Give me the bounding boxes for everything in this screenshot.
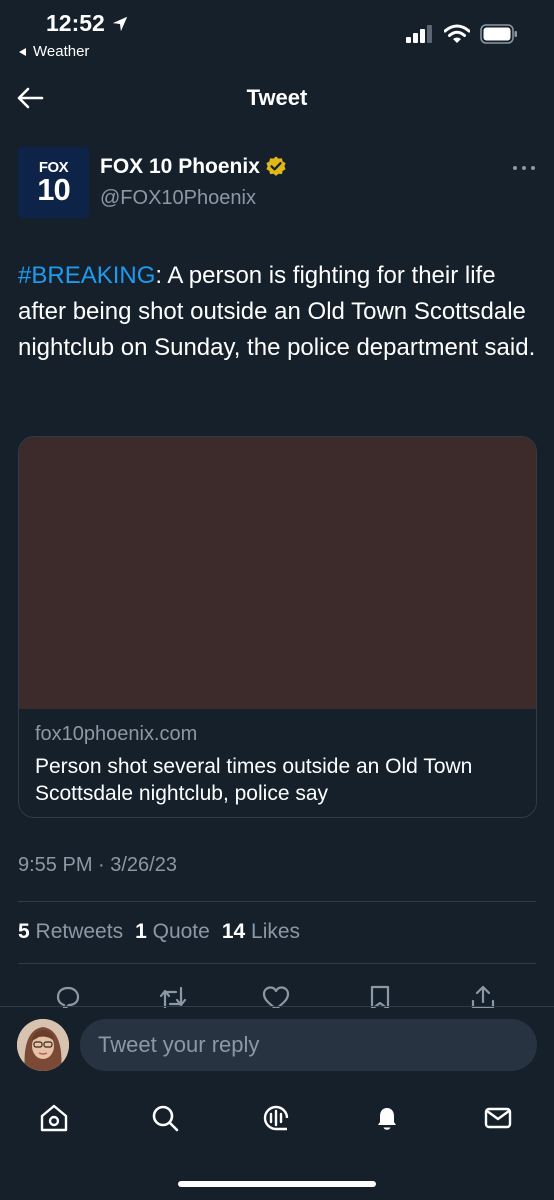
status-time-text: 12:52 bbox=[46, 10, 105, 36]
battery-icon bbox=[480, 24, 517, 44]
retweets-label: Retweets bbox=[35, 920, 124, 943]
navigation-header: Tweet bbox=[0, 76, 554, 122]
tweet-author: FOX 10 FOX 10 Phoenix @FOX10Phoenix bbox=[18, 147, 538, 219]
wifi-icon bbox=[444, 24, 470, 43]
reply-button[interactable] bbox=[53, 984, 83, 1008]
reply-bar-separator bbox=[0, 1006, 554, 1007]
search-icon bbox=[152, 1105, 179, 1132]
divider bbox=[18, 901, 536, 902]
home-indicator bbox=[178, 1181, 376, 1187]
retweet-button[interactable] bbox=[158, 984, 188, 1008]
bookmark-button[interactable] bbox=[365, 984, 395, 1008]
share-button[interactable] bbox=[468, 984, 498, 1008]
tweet-actions bbox=[0, 980, 554, 1008]
card-title: Person shot several times outside an Old… bbox=[35, 755, 473, 805]
status-time: 12:52 bbox=[46, 10, 129, 37]
hashtag-link[interactable]: #BREAKING bbox=[18, 262, 155, 289]
reply-icon bbox=[56, 986, 80, 1008]
bottom-tab-bar bbox=[0, 1090, 554, 1145]
link-preview-card[interactable]: fox10phoenix.com Person shot several tim… bbox=[18, 436, 537, 818]
bookmark-icon bbox=[370, 985, 390, 1008]
more-options-button[interactable] bbox=[512, 159, 536, 177]
likes-label: Likes bbox=[251, 920, 301, 943]
author-handle[interactable]: @FOX10Phoenix bbox=[100, 187, 256, 210]
tweet-stats: 5 Retweets 1 Quote 14 Likes bbox=[18, 920, 300, 944]
quotes-count: 1 bbox=[135, 920, 147, 943]
retweet-icon bbox=[159, 986, 187, 1008]
quotes-stat[interactable]: 1 Quote bbox=[135, 920, 210, 944]
quotes-label: Quote bbox=[152, 920, 210, 943]
status-indicators bbox=[406, 24, 518, 44]
home-icon bbox=[40, 1104, 68, 1132]
tab-search[interactable] bbox=[147, 1100, 183, 1136]
back-app-label: Weather bbox=[33, 43, 90, 60]
card-domain: fox10phoenix.com bbox=[35, 723, 198, 745]
author-avatar[interactable]: FOX 10 bbox=[18, 147, 89, 218]
back-to-app-link[interactable]: Weather bbox=[18, 43, 89, 60]
author-name[interactable]: FOX 10 Phoenix bbox=[100, 155, 260, 179]
tweet-detail-screen: 12:52 Weather Tweet FOX 10 FOX 10 Phoeni… bbox=[0, 0, 554, 1200]
author-name-row[interactable]: FOX 10 Phoenix bbox=[100, 155, 288, 179]
reply-input[interactable] bbox=[80, 1019, 537, 1071]
divider bbox=[18, 963, 536, 964]
retweets-count: 5 bbox=[18, 920, 30, 943]
page-title: Tweet bbox=[246, 85, 308, 110]
card-image bbox=[19, 437, 536, 709]
likes-count: 14 bbox=[221, 920, 246, 943]
logo-text-bottom: 10 bbox=[37, 171, 70, 207]
like-icon bbox=[262, 986, 290, 1008]
more-horizontal-icon bbox=[513, 166, 535, 170]
verified-badge-icon bbox=[266, 156, 286, 176]
user-avatar[interactable] bbox=[17, 1019, 69, 1071]
retweets-stat[interactable]: 5 Retweets bbox=[18, 920, 123, 944]
tab-home[interactable] bbox=[36, 1100, 72, 1136]
spaces-icon bbox=[263, 1105, 289, 1131]
cellular-signal-icon bbox=[406, 25, 432, 43]
tab-notifications[interactable] bbox=[369, 1100, 405, 1136]
tab-spaces[interactable] bbox=[258, 1100, 294, 1136]
tab-messages[interactable] bbox=[480, 1100, 516, 1136]
notifications-icon bbox=[378, 1108, 396, 1130]
messages-icon bbox=[484, 1107, 512, 1129]
likes-stat[interactable]: 14 Likes bbox=[222, 920, 300, 944]
like-button[interactable] bbox=[261, 984, 291, 1008]
status-bar: 12:52 Weather bbox=[0, 0, 554, 70]
user-avatar-image bbox=[17, 1019, 69, 1071]
share-icon bbox=[471, 985, 495, 1008]
back-triangle-icon bbox=[19, 47, 26, 56]
tweet-text: #BREAKING: A person is fighting for thei… bbox=[18, 258, 538, 366]
tweet-timestamp: 9:55 PM · 3/26/23 bbox=[18, 854, 177, 876]
location-arrow-icon bbox=[112, 16, 128, 31]
